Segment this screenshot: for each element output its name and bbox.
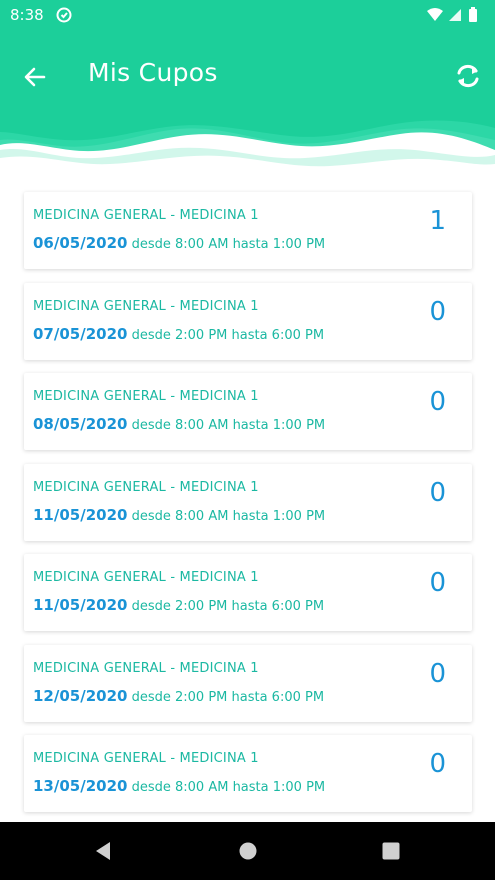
cupo-card[interactable]: MEDICINA GENERAL - MEDICINA 1 11/05/2020… — [24, 464, 472, 541]
cupo-specialty: MEDICINA GENERAL - MEDICINA 1 — [33, 570, 259, 585]
cupo-count: 0 — [429, 478, 446, 508]
cupo-count: 0 — [429, 659, 446, 689]
nav-recents-icon[interactable] — [380, 840, 402, 862]
cupo-date: 13/05/2020 — [33, 777, 128, 795]
refresh-button[interactable] — [452, 60, 484, 92]
cupo-count: 0 — [429, 387, 446, 417]
cupo-time-range: desde 8:00 AM hasta 1:00 PM — [131, 418, 326, 433]
app-notification-icon — [56, 7, 72, 23]
cupo-count: 0 — [429, 568, 446, 598]
cupo-specialty: MEDICINA GENERAL - MEDICINA 1 — [33, 208, 259, 223]
cupo-date: 12/05/2020 — [33, 687, 128, 705]
nav-back-icon[interactable] — [92, 840, 114, 862]
cupo-schedule: 12/05/2020 desde 2:00 PM hasta 6:00 PM — [33, 687, 324, 705]
refresh-icon — [457, 64, 479, 88]
cupo-schedule: 08/05/2020 desde 8:00 AM hasta 1:00 PM — [33, 415, 325, 433]
cupo-time-range: desde 8:00 AM hasta 1:00 PM — [131, 509, 326, 524]
cupo-count: 0 — [429, 297, 446, 327]
cupo-card[interactable]: MEDICINA GENERAL - MEDICINA 1 13/05/2020… — [24, 735, 472, 812]
nav-home-icon[interactable] — [237, 840, 259, 862]
signal-icon — [449, 9, 461, 21]
cupo-time-range: desde 8:00 AM hasta 1:00 PM — [131, 780, 326, 795]
status-time: 8:38 — [10, 6, 44, 24]
cupo-date: 07/05/2020 — [33, 325, 128, 343]
cupo-card[interactable]: MEDICINA GENERAL - MEDICINA 1 06/05/2020… — [24, 192, 472, 269]
cupo-time-range: desde 2:00 PM hasta 6:00 PM — [131, 599, 325, 614]
cupo-specialty: MEDICINA GENERAL - MEDICINA 1 — [33, 299, 259, 314]
app-header: 8:38 Mis Cupos — [0, 0, 495, 175]
cupo-count: 1 — [429, 206, 446, 236]
cupo-schedule: 13/05/2020 desde 8:00 AM hasta 1:00 PM — [33, 777, 325, 795]
cupo-date: 08/05/2020 — [33, 415, 128, 433]
cupo-schedule: 07/05/2020 desde 2:00 PM hasta 6:00 PM — [33, 325, 324, 343]
cupo-schedule: 11/05/2020 desde 8:00 AM hasta 1:00 PM — [33, 506, 325, 524]
cupo-time-range: desde 2:00 PM hasta 6:00 PM — [131, 328, 325, 343]
cupo-card[interactable]: MEDICINA GENERAL - MEDICINA 1 12/05/2020… — [24, 645, 472, 722]
system-nav-bar — [0, 822, 495, 880]
wifi-icon — [427, 8, 443, 21]
cupo-date: 11/05/2020 — [33, 506, 128, 524]
status-bar: 8:38 — [0, 0, 495, 30]
status-icons — [427, 7, 477, 22]
cupo-time-range: desde 2:00 PM hasta 6:00 PM — [131, 690, 325, 705]
cupo-count: 0 — [429, 749, 446, 779]
cupo-specialty: MEDICINA GENERAL - MEDICINA 1 — [33, 661, 259, 676]
cupo-schedule: 11/05/2020 desde 2:00 PM hasta 6:00 PM — [33, 596, 324, 614]
cupo-time-range: desde 8:00 AM hasta 1:00 PM — [131, 237, 326, 252]
cupo-card[interactable]: MEDICINA GENERAL - MEDICINA 1 07/05/2020… — [24, 283, 472, 360]
cupo-card[interactable]: MEDICINA GENERAL - MEDICINA 1 11/05/2020… — [24, 554, 472, 631]
back-button[interactable] — [20, 62, 50, 92]
cupo-date: 06/05/2020 — [33, 234, 128, 252]
cupo-date: 11/05/2020 — [33, 596, 128, 614]
battery-icon — [469, 7, 477, 22]
cupo-specialty: MEDICINA GENERAL - MEDICINA 1 — [33, 480, 259, 495]
arrow-left-icon — [24, 67, 46, 87]
cupo-card[interactable]: MEDICINA GENERAL - MEDICINA 1 08/05/2020… — [24, 373, 472, 450]
cupo-specialty: MEDICINA GENERAL - MEDICINA 1 — [33, 751, 259, 766]
cupo-specialty: MEDICINA GENERAL - MEDICINA 1 — [33, 389, 259, 404]
cupo-schedule: 06/05/2020 desde 8:00 AM hasta 1:00 PM — [33, 234, 325, 252]
page-title: Mis Cupos — [88, 58, 218, 87]
screen: 8:38 Mis Cupos MEDICINA GENERAL - MEDICI… — [0, 0, 495, 880]
